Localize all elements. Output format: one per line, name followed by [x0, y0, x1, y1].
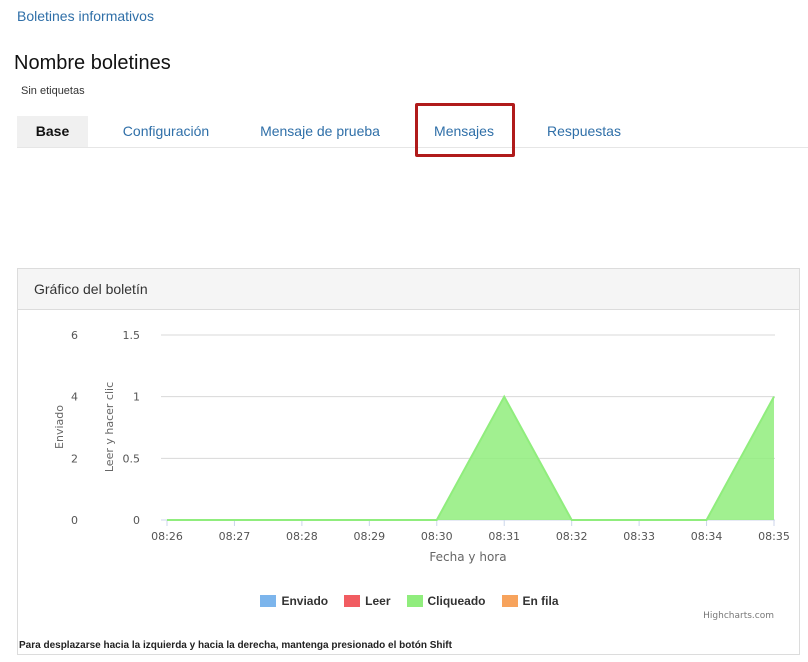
y-right-tick-label: 1	[133, 391, 140, 404]
tags-label: Sin etiquetas	[21, 85, 85, 97]
y-right-tick-label: 0.5	[123, 452, 141, 465]
y-left-tick-label: 6	[71, 329, 78, 342]
legend-swatch	[344, 595, 361, 607]
x-tick-label: 08:31	[488, 530, 520, 543]
tab-bar: Base Configuración Mensaje de prueba Men…	[17, 116, 808, 148]
legend-item-cliqueado[interactable]: Cliqueado	[406, 594, 486, 608]
legend-swatch	[501, 595, 518, 607]
y-right-axis-title: Leer y hacer clic	[103, 382, 116, 472]
y-left-tick-label: 2	[71, 452, 78, 465]
y-right-tick-label: 0	[133, 514, 140, 527]
legend-label: Cliqueado	[427, 594, 486, 608]
x-tick-label: 08:29	[353, 530, 385, 543]
y-right-tick-label: 1.5	[123, 329, 141, 342]
x-tick-label: 08:34	[691, 530, 723, 543]
tab-configuracion[interactable]: Configuración	[110, 116, 222, 146]
x-tick-label: 08:28	[286, 530, 318, 543]
legend-item-enviado[interactable]: Enviado	[260, 594, 328, 608]
x-tick-label: 08:32	[556, 530, 588, 543]
x-tick-label: 08:33	[623, 530, 655, 543]
tab-mensajes[interactable]: Mensajes	[422, 116, 506, 146]
legend-swatch	[406, 595, 423, 607]
x-tick-label: 08:27	[219, 530, 251, 543]
x-axis-title: Fecha y hora	[429, 550, 506, 564]
x-tick-label: 08:30	[421, 530, 453, 543]
legend-label: En fila	[522, 594, 559, 608]
tab-respuestas[interactable]: Respuestas	[536, 116, 632, 146]
tab-mensaje-de-prueba[interactable]: Mensaje de prueba	[250, 116, 390, 146]
y-left-axis-title: Enviado	[53, 405, 66, 449]
page-title: Nombre boletines	[14, 52, 171, 74]
tab-base[interactable]: Base	[17, 116, 88, 147]
legend-label: Enviado	[281, 594, 329, 608]
newsletter-chart-panel: Gráfico del boletín 0 2 4 6 0 0.5 1 1.5 Enviado L…	[17, 268, 800, 655]
y-left-tick-label: 0	[71, 514, 78, 527]
x-tick-label: 08:26	[151, 530, 183, 543]
y-left-tick-label: 4	[71, 391, 78, 404]
highcharts-credits-link[interactable]: Highcharts.com	[703, 611, 774, 621]
chart-legend: Enviado Leer Cliqueado En fila	[18, 594, 801, 610]
legend-label: Leer	[365, 594, 391, 608]
legend-item-leer[interactable]: Leer	[344, 594, 391, 608]
breadcrumb-newsletters-link[interactable]: Boletines informativos	[17, 8, 154, 24]
legend-item-en-fila[interactable]: En fila	[501, 594, 559, 608]
x-tick-label: 08:35	[758, 530, 790, 543]
legend-swatch	[260, 595, 277, 607]
scroll-hint-note: Para desplazarse hacia la izquierda y ha…	[19, 640, 452, 651]
